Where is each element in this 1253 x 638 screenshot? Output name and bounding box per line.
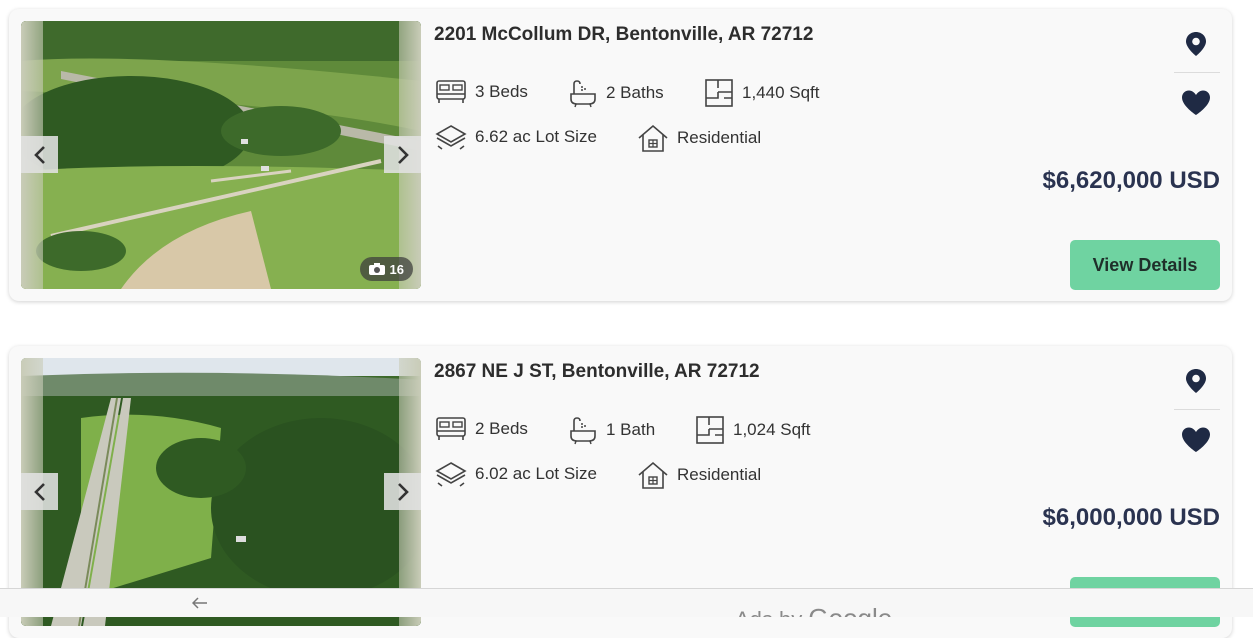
- previous-photo-button[interactable]: [21, 473, 58, 510]
- lot-size-label: 6.02 ac Lot Size: [475, 464, 597, 483]
- previous-photo-button[interactable]: [21, 136, 58, 173]
- chevron-right-icon: [397, 482, 409, 501]
- beds-feature: 2 Beds: [435, 415, 528, 443]
- heart-icon[interactable]: [1180, 89, 1212, 117]
- lot-size-feature: 6.02 ac Lot Size: [435, 460, 597, 488]
- property-type-feature: Residential: [637, 123, 761, 153]
- bath-icon: [570, 417, 596, 445]
- aerial-photo: [21, 21, 421, 289]
- listing-price: $6,620,000 USD: [1042, 167, 1220, 194]
- bed-icon: [436, 80, 466, 103]
- divider: [1174, 409, 1220, 410]
- map-pin-icon[interactable]: [1185, 31, 1207, 57]
- aerial-photo: [21, 358, 421, 626]
- map-pin-icon[interactable]: [1185, 368, 1207, 394]
- view-details-button[interactable]: View Details: [1070, 240, 1220, 290]
- house-icon: [638, 461, 668, 489]
- bed-icon: [436, 417, 466, 440]
- chevron-left-icon: [33, 145, 45, 164]
- beds-label: 2 Beds: [475, 419, 528, 438]
- sqft-feature: 1,440 Sqft: [704, 78, 820, 108]
- property-type-label: Residential: [677, 465, 762, 484]
- listing-card: 16 2201 McCollum DR, Bentonville, AR 727…: [9, 9, 1232, 301]
- heart-icon[interactable]: [1180, 426, 1212, 454]
- beds-feature: 3 Beds: [435, 78, 528, 106]
- next-photo-button[interactable]: [384, 136, 421, 173]
- bath-icon: [570, 80, 596, 108]
- camera-icon: [368, 263, 385, 275]
- lot-size-icon: [435, 125, 467, 150]
- listing-price: $6,000,000 USD: [1042, 504, 1220, 531]
- house-icon: [638, 124, 668, 152]
- ads-by-google[interactable]: Ads by Google: [735, 603, 892, 617]
- ads-label: Ads by: [735, 607, 802, 617]
- listing-actions: [1174, 31, 1220, 131]
- lot-size-label: 6.62 ac Lot Size: [475, 127, 597, 146]
- listing-address[interactable]: 2867 NE J ST, Bentonville, AR 72712: [434, 361, 760, 383]
- listing-actions: [1174, 368, 1220, 468]
- lot-size-icon: [435, 462, 467, 487]
- sqft-label: 1,440 Sqft: [742, 83, 820, 102]
- listing-photo[interactable]: 16: [21, 21, 421, 289]
- ad-bar: Ads by Google: [0, 588, 1253, 617]
- sqft-label: 1,024 Sqft: [733, 420, 811, 439]
- chevron-left-icon: [33, 482, 45, 501]
- arrow-left-icon[interactable]: [192, 597, 208, 609]
- divider: [1174, 72, 1220, 73]
- photo-count: 16: [389, 261, 404, 277]
- property-type-label: Residential: [677, 128, 762, 147]
- baths-label: 2 Baths: [606, 83, 664, 102]
- beds-label: 3 Beds: [475, 82, 528, 101]
- chevron-right-icon: [397, 145, 409, 164]
- baths-feature: 1 Bath: [568, 415, 655, 445]
- listing-photo[interactable]: [21, 358, 421, 626]
- baths-feature: 2 Baths: [568, 78, 664, 108]
- ads-brand: Google: [808, 603, 892, 617]
- baths-label: 1 Bath: [606, 420, 656, 439]
- sqft-feature: 1,024 Sqft: [695, 415, 811, 445]
- property-type-feature: Residential: [637, 460, 761, 490]
- listing-address[interactable]: 2201 McCollum DR, Bentonville, AR 72712: [434, 24, 813, 46]
- lot-size-feature: 6.62 ac Lot Size: [435, 123, 597, 151]
- next-photo-button[interactable]: [384, 473, 421, 510]
- photo-count-badge: 16: [359, 257, 413, 281]
- floorplan-icon: [696, 416, 724, 444]
- floorplan-icon: [705, 79, 733, 107]
